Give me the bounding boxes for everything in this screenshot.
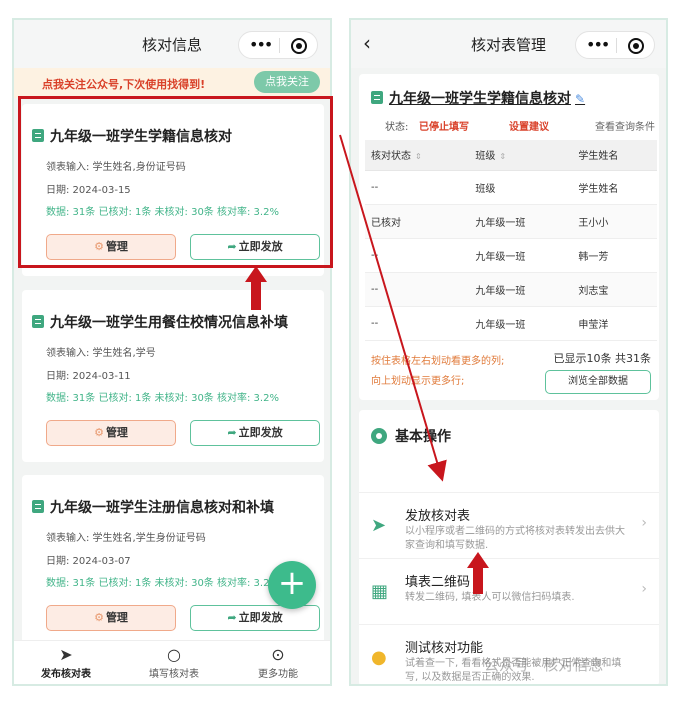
send-now-button[interactable]: ➦ 立即发放 [190, 420, 320, 446]
highlight-box [18, 96, 333, 268]
card-title: 九年级一班学生用餐住校情况信息补填 [50, 315, 288, 331]
settings-suggestion-link[interactable]: 设置建议 [509, 118, 549, 133]
edit-pencil-icon[interactable]: ✎ [575, 92, 585, 106]
more-dots-icon[interactable]: ••• [586, 35, 610, 54]
table-row: -- 九年级一班 韩一芳 [365, 238, 657, 273]
sort-icon: ⇕ [499, 152, 507, 162]
watermark: 公众号 · 核对信息 [484, 656, 604, 674]
document-icon [32, 315, 44, 328]
screenshot-root: 核对信息 ••• 点我关注公众号,下次使用找得到! 点我关注 九年级一班学生学籍… [0, 0, 678, 701]
follow-text: 点我关注公众号,下次使用找得到! [42, 78, 206, 91]
table-row: -- 九年级一班 申莹洋 [365, 306, 657, 341]
op-send-table[interactable]: ➤ 发放核对表 以小程序或者二维码的方式将核对表转发出去供大家查询和填写数据. … [359, 492, 659, 556]
more-icon: ⊙ [271, 645, 285, 664]
table-row: 已核对 九年级一班 王小小 [365, 204, 657, 239]
column-header[interactable]: 核对状态 ⇕ [365, 140, 470, 171]
more-dots-icon[interactable]: ••• [249, 35, 273, 54]
test-icon: ● [371, 647, 387, 668]
basic-operations-card: 基本操作 ➤ 发放核对表 以小程序或者二维码的方式将核对表转发出去供大家查询和填… [359, 410, 659, 684]
table-row: -- 班级 学生姓名 [365, 170, 657, 205]
card-stats: 数据: 31条 已核对: 1条 未核对: 30条 核对率: 3.2% [46, 393, 279, 404]
search-icon: ○ [167, 645, 181, 664]
right-navbar: ‹ 核对表管理 ••• [351, 20, 666, 68]
chevron-right-icon: › [641, 515, 647, 531]
mini-program-capsule[interactable]: ••• [238, 31, 318, 59]
document-icon [371, 91, 383, 104]
scroll-hint-rows: 向上划动显示更多行; [371, 376, 465, 387]
send-now-button[interactable]: ➦ 立即发放 [190, 605, 320, 631]
card-title: 九年级一班学生注册信息核对和补填 [50, 500, 274, 516]
sort-icon: ⇕ [415, 152, 422, 162]
card-stats: 数据: 31条 已核对: 1条 未核对: 30条 核对率: 3.2% [46, 578, 279, 589]
manage-button[interactable]: ⚙ 管理 [46, 420, 176, 446]
browse-all-button[interactable]: 浏览全部数据 [545, 370, 651, 394]
status-value: 已停止填写 [419, 122, 469, 133]
mini-program-capsule[interactable]: ••• [575, 31, 655, 59]
table-row: -- 九年级一班 刘志宝 [365, 272, 657, 307]
scroll-hint-columns: 按住表格左右划动看更多的列; [371, 356, 505, 367]
gear-icon: ⚙ [94, 611, 104, 624]
card-fields: 领表输入: 学生姓名,学号 [46, 348, 156, 359]
follow-button[interactable]: 点我关注 [254, 71, 320, 93]
share-arrow-icon: ➦ [227, 426, 237, 439]
check-table-card-2[interactable]: 九年级一班学生用餐住校情况信息补填 领表输入: 学生姓名,学号 日期: 2024… [22, 290, 324, 462]
share-arrow-icon: ➦ [227, 611, 237, 624]
add-fab-button[interactable]: + [268, 561, 316, 609]
column-header[interactable]: 班级 ⇕ [469, 140, 573, 171]
op-qr-code[interactable]: ▦ 填表二维码 转发二维码, 填表人可以微信扫码填表. › [359, 558, 659, 622]
qr-code-icon: ▦ [371, 581, 389, 602]
table-title[interactable]: 九年级一班学生学籍信息核对 [389, 91, 571, 107]
column-header[interactable]: 学生姓名 [572, 140, 657, 171]
close-target-icon[interactable] [628, 38, 644, 54]
shown-count: 已显示10条 共31条 [553, 352, 652, 365]
card-date: 日期: 2024-03-11 [46, 371, 131, 382]
card-date: 日期: 2024-03-07 [46, 556, 131, 567]
table-header-row: 核对状态 ⇕ 班级 ⇕ 学生姓名 [365, 140, 657, 171]
chevron-right-icon: › [641, 581, 647, 597]
right-phone: ‹ 核对表管理 ••• 九年级一班学生学籍信息核对 ✎ 状态: 已停止填写 设置建… [349, 18, 668, 686]
view-query-conditions-link[interactable]: 查看查询条件 [595, 118, 655, 133]
follow-banner: 点我关注公众号,下次使用找得到! 点我关注 [14, 68, 330, 98]
tab-publish[interactable]: ➤ 发布核对表 [16, 645, 116, 680]
send-icon: ➤ [59, 645, 73, 664]
document-icon [32, 500, 44, 513]
left-navbar: 核对信息 ••• [14, 20, 330, 68]
bottom-tabbar: ➤ 发布核对表 ○ 填写核对表 ⊙ 更多功能 [14, 640, 330, 684]
tab-fill[interactable]: ○ 填写核对表 [124, 645, 224, 680]
close-target-icon[interactable] [291, 38, 307, 54]
card-fields: 领表输入: 学生姓名,学生身份证号码 [46, 533, 206, 544]
paper-plane-icon: ➤ [371, 515, 387, 536]
table-preview-card: 九年级一班学生学籍信息核对 ✎ 状态: 已停止填写 设置建议 查看查询条件 核对状… [359, 74, 659, 400]
check-table-card-3[interactable]: 九年级一班学生注册信息核对和补填 领表输入: 学生姓名,学生身份证号码 日期: … [22, 475, 324, 647]
manage-button[interactable]: ⚙ 管理 [46, 605, 176, 631]
operations-title: 基本操作 [395, 429, 451, 445]
tab-more[interactable]: ⊙ 更多功能 [228, 645, 328, 680]
data-table[interactable]: 核对状态 ⇕ 班级 ⇕ 学生姓名 -- 班级 学生姓名 已核对 九年级一班 王小小 -- 九年… [365, 140, 657, 341]
gear-icon: ⚙ [94, 426, 104, 439]
settings-gear-icon [371, 428, 387, 444]
